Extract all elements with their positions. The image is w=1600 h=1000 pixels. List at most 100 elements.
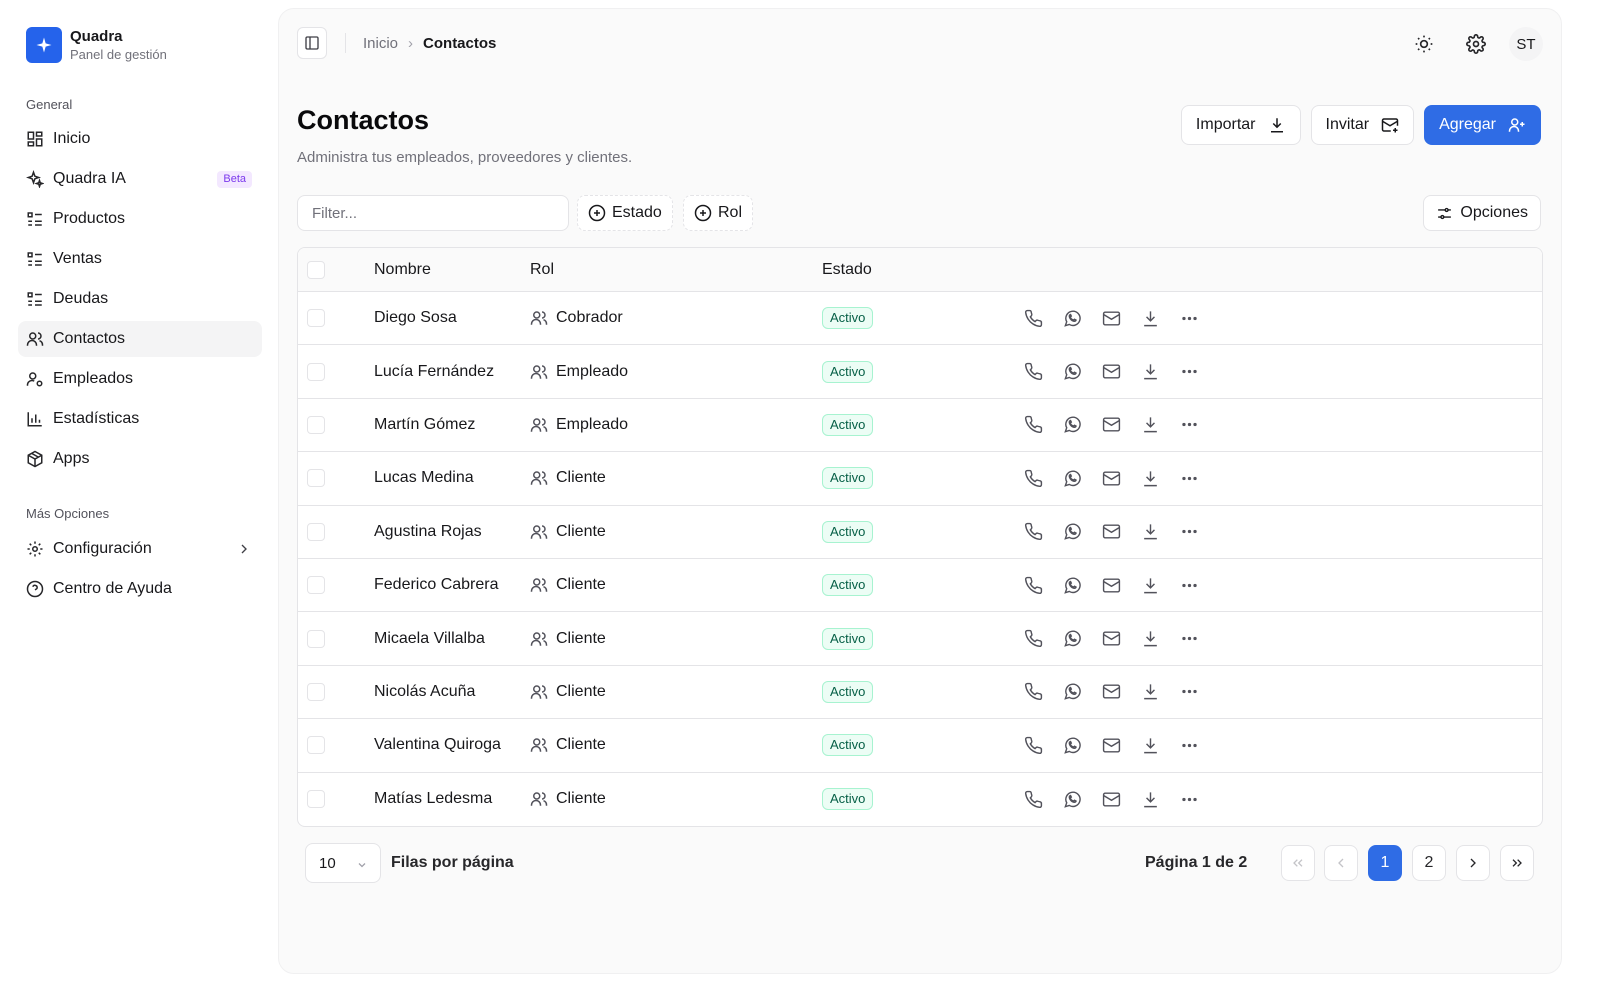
more-actions-button[interactable] (1178, 628, 1200, 650)
more-actions-button[interactable] (1178, 574, 1200, 596)
call-button[interactable] (1022, 574, 1044, 596)
sidebar-item-inicio[interactable]: Inicio (18, 121, 262, 157)
whatsapp-button[interactable] (1061, 307, 1083, 329)
sidebar-item-contactos[interactable]: Contactos (18, 321, 262, 357)
email-button[interactable] (1100, 788, 1122, 810)
email-button[interactable] (1100, 734, 1122, 756)
sidebar-item-centro-de-ayuda[interactable]: Centro de Ayuda (18, 571, 262, 607)
call-button[interactable] (1022, 414, 1044, 436)
row-checkbox[interactable] (307, 629, 325, 648)
table-row[interactable]: Nicolás Acuña Cliente Activo (298, 666, 1542, 720)
sidebar-item-deudas[interactable]: Deudas (18, 281, 262, 317)
row-checkbox[interactable] (307, 522, 325, 541)
sidebar-item-quadra-ia[interactable]: Quadra IA Beta (18, 161, 262, 197)
download-button[interactable] (1139, 467, 1161, 489)
download-button[interactable] (1139, 307, 1161, 329)
more-actions-button[interactable] (1178, 414, 1200, 436)
download-button[interactable] (1139, 521, 1161, 543)
call-button[interactable] (1022, 467, 1044, 489)
whatsapp-button[interactable] (1061, 521, 1083, 543)
table-row[interactable]: Lucía Fernández Empleado Activo (298, 345, 1542, 399)
whatsapp-button[interactable] (1061, 628, 1083, 650)
table-row[interactable]: Micaela Villalba Cliente Activo (298, 612, 1542, 666)
role-filter-button[interactable]: Rol (683, 195, 754, 231)
more-actions-button[interactable] (1178, 521, 1200, 543)
sidebar-toggle-button[interactable] (297, 27, 327, 59)
call-button[interactable] (1022, 521, 1044, 543)
column-header-name[interactable]: Nombre (374, 261, 431, 279)
email-button[interactable] (1100, 628, 1122, 650)
sidebar-item-productos[interactable]: Productos (18, 201, 262, 237)
download-button[interactable] (1139, 414, 1161, 436)
row-checkbox[interactable] (307, 309, 325, 328)
more-actions-button[interactable] (1178, 788, 1200, 810)
sidebar-item-configuracion[interactable]: Configuración (18, 531, 262, 567)
row-checkbox[interactable] (307, 682, 325, 701)
download-button[interactable] (1139, 734, 1161, 756)
settings-button[interactable] (1459, 27, 1493, 61)
row-checkbox[interactable] (307, 790, 325, 809)
whatsapp-button[interactable] (1061, 414, 1083, 436)
whatsapp-button[interactable] (1061, 681, 1083, 703)
more-actions-button[interactable] (1178, 361, 1200, 383)
sidebar-item-empleados[interactable]: Empleados (18, 361, 262, 397)
sidebar-item-estadisticas[interactable]: Estadísticas (18, 401, 262, 437)
column-header-role[interactable]: Rol (530, 261, 554, 279)
more-actions-button[interactable] (1178, 681, 1200, 703)
invite-button[interactable]: Invitar (1310, 105, 1415, 145)
download-button[interactable] (1139, 788, 1161, 810)
breadcrumb-home-link[interactable]: Inicio (363, 35, 398, 52)
whatsapp-button[interactable] (1061, 467, 1083, 489)
brand[interactable]: Quadra Panel de gestión (26, 27, 167, 63)
email-button[interactable] (1100, 307, 1122, 329)
view-options-button[interactable]: Opciones (1423, 195, 1541, 231)
whatsapp-button[interactable] (1061, 734, 1083, 756)
more-actions-button[interactable] (1178, 467, 1200, 489)
email-button[interactable] (1100, 574, 1122, 596)
sidebar-item-ventas[interactable]: Ventas (18, 241, 262, 277)
download-button[interactable] (1139, 628, 1161, 650)
whatsapp-button[interactable] (1061, 361, 1083, 383)
download-button[interactable] (1139, 361, 1161, 383)
theme-toggle-button[interactable] (1407, 27, 1441, 61)
page-1-button[interactable]: 1 (1368, 845, 1402, 881)
table-row[interactable]: Matías Ledesma Cliente Activo (298, 773, 1542, 826)
select-all-checkbox[interactable] (307, 260, 325, 279)
page-2-button[interactable]: 2 (1412, 845, 1446, 881)
row-checkbox[interactable] (307, 469, 325, 488)
row-checkbox[interactable] (307, 576, 325, 595)
table-row[interactable]: Lucas Medina Cliente Activo (298, 452, 1542, 506)
status-filter-button[interactable]: Estado (577, 195, 673, 231)
row-checkbox[interactable] (307, 736, 325, 755)
table-row[interactable]: Diego Sosa Cobrador Activo (298, 292, 1542, 346)
table-row[interactable]: Agustina Rojas Cliente Activo (298, 506, 1542, 559)
email-button[interactable] (1100, 414, 1122, 436)
email-button[interactable] (1100, 361, 1122, 383)
table-row[interactable]: Valentina Quiroga Cliente Activo (298, 719, 1542, 773)
call-button[interactable] (1022, 681, 1044, 703)
import-button[interactable]: Importar (1180, 105, 1301, 145)
sidebar-item-apps[interactable]: Apps (18, 441, 262, 477)
table-row[interactable]: Martín Gómez Empleado Activo (298, 399, 1542, 453)
whatsapp-button[interactable] (1061, 788, 1083, 810)
more-actions-button[interactable] (1178, 307, 1200, 329)
email-button[interactable] (1100, 681, 1122, 703)
filter-input[interactable] (297, 195, 569, 231)
whatsapp-button[interactable] (1061, 574, 1083, 596)
first-page-button[interactable] (1281, 845, 1315, 881)
more-actions-button[interactable] (1178, 734, 1200, 756)
table-row[interactable]: Federico Cabrera Cliente Activo (298, 559, 1542, 613)
user-avatar[interactable]: ST (1509, 27, 1543, 61)
call-button[interactable] (1022, 788, 1044, 810)
last-page-button[interactable] (1500, 845, 1534, 881)
call-button[interactable] (1022, 307, 1044, 329)
row-checkbox[interactable] (307, 362, 325, 381)
next-page-button[interactable] (1456, 845, 1490, 881)
add-contact-button[interactable]: Agregar (1424, 105, 1541, 145)
email-button[interactable] (1100, 467, 1122, 489)
previous-page-button[interactable] (1324, 845, 1358, 881)
email-button[interactable] (1100, 521, 1122, 543)
column-header-status[interactable]: Estado (822, 261, 872, 279)
call-button[interactable] (1022, 734, 1044, 756)
call-button[interactable] (1022, 361, 1044, 383)
